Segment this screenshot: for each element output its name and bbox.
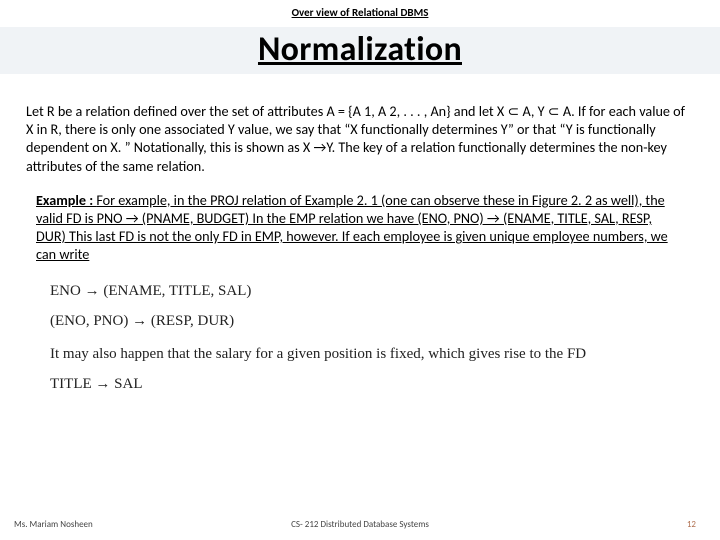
slide-title: Normalization — [0, 29, 720, 70]
formula-line-2: (ENO, PNO) → (RESP, DUR) — [50, 307, 694, 336]
content-area: Let R be a relation defined over the set… — [0, 74, 720, 399]
footer-course: CS- 212 Distributed Database Systems — [291, 519, 429, 530]
followup-text: It may also happen that the salary for a… — [26, 336, 694, 364]
footer-author: Ms. Mariam Nosheen — [14, 519, 93, 530]
formula-block: ENO → (ENAME, TITLE, SAL) (ENO, PNO) → (… — [26, 263, 694, 336]
overview-header: Over view of Relational DBMS — [0, 0, 720, 19]
example-paragraph: Example : For example, in the PROJ relat… — [26, 175, 694, 264]
title-band: Normalization — [0, 27, 720, 74]
example-label: Example : — [36, 191, 96, 209]
example-text: For example, in the PROJ relation of Exa… — [36, 191, 668, 264]
definition-paragraph: Let R be a relation defined over the set… — [26, 102, 694, 175]
formula-block-2: TITLE → SAL — [26, 364, 694, 399]
formula-line-3: TITLE → SAL — [50, 370, 694, 399]
footer-page-number: 12 — [687, 519, 696, 530]
formula-line-1: ENO → (ENAME, TITLE, SAL) — [50, 277, 694, 306]
